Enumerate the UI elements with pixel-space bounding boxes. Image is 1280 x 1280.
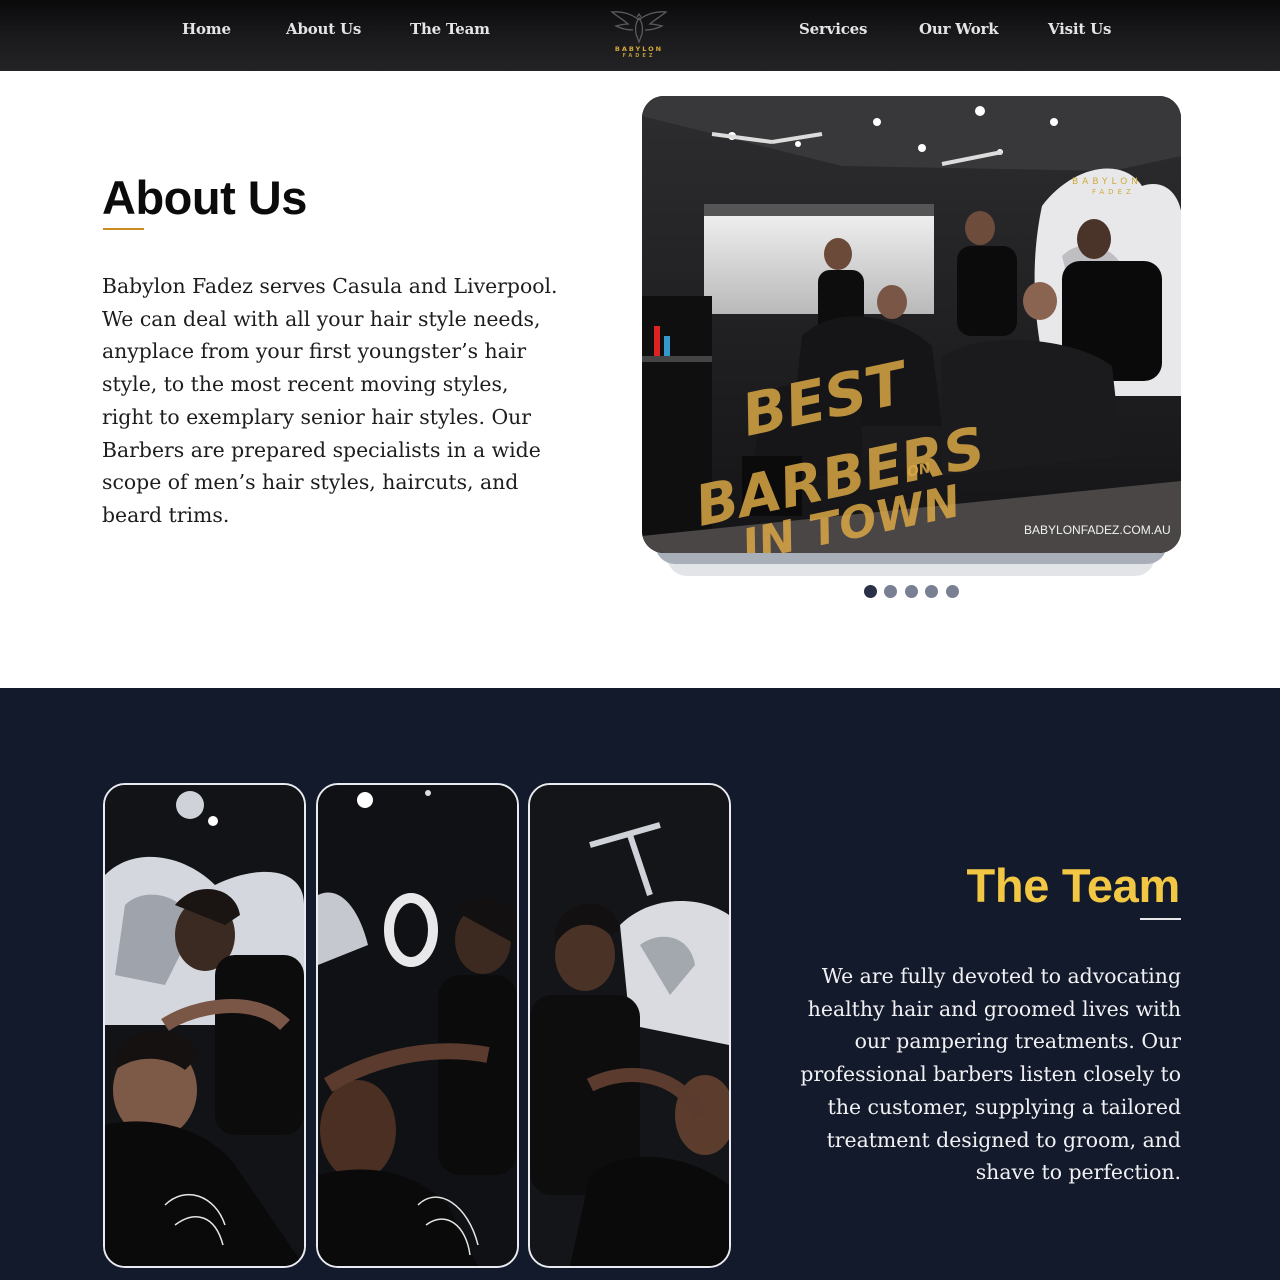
nav-team-link[interactable]: The Team bbox=[410, 20, 490, 38]
barber-cutting-photo-2 bbox=[318, 785, 517, 1266]
nav-services-link[interactable]: Services bbox=[799, 20, 867, 38]
barbershop-photo: BEST BARBERS IN TOWN ON BABYLON FADEZ BA… bbox=[642, 96, 1181, 553]
nav-visit-us-link[interactable]: Visit Us bbox=[1048, 20, 1111, 38]
about-title: About Us bbox=[102, 171, 307, 224]
nav-our-work-link[interactable]: Our Work bbox=[919, 20, 999, 38]
logo-wordmark: BABYLON bbox=[614, 45, 664, 53]
slider-dot-1[interactable] bbox=[864, 585, 877, 598]
svg-text:BABYLON: BABYLON bbox=[1072, 177, 1142, 187]
team-section: The Team We are fully devoted to advocat… bbox=[0, 688, 1280, 1280]
about-description: Babylon Fadez serves Casula and Liverpoo… bbox=[102, 274, 558, 527]
barber-cutting-photo-3 bbox=[530, 785, 729, 1266]
slider-dot-3[interactable] bbox=[905, 585, 918, 598]
about-image-slider[interactable]: BEST BARBERS IN TOWN ON BABYLON FADEZ BA… bbox=[642, 96, 1181, 553]
team-title: The Team bbox=[966, 859, 1180, 912]
barber-cutting-photo-1 bbox=[105, 785, 304, 1266]
eagle-logo-icon bbox=[610, 11, 668, 44]
about-title-underline bbox=[103, 228, 144, 230]
svg-text:BABYLONFADEZ.COM.AU: BABYLONFADEZ.COM.AU bbox=[1024, 523, 1171, 537]
slider-dot-4[interactable] bbox=[925, 585, 938, 598]
slider-dot-2[interactable] bbox=[884, 585, 897, 598]
top-navigation: Home About Us The Team BABYLON FADEZ Ser… bbox=[0, 0, 1280, 71]
team-photo-3 bbox=[528, 783, 731, 1268]
svg-text:FADEZ: FADEZ bbox=[1092, 188, 1135, 196]
slider-dot-5[interactable] bbox=[946, 585, 959, 598]
team-title-underline bbox=[1140, 918, 1181, 920]
nav-home-link[interactable]: Home bbox=[182, 20, 231, 38]
team-photo-1 bbox=[103, 783, 306, 1268]
team-photo-2 bbox=[316, 783, 519, 1268]
babylon-fadez-logo[interactable]: BABYLON FADEZ bbox=[606, 8, 672, 62]
nav-about-link[interactable]: About Us bbox=[286, 20, 361, 38]
logo-subwordmark: FADEZ bbox=[622, 53, 656, 59]
team-description: We are fully devoted to advocating healt… bbox=[800, 964, 1181, 1185]
